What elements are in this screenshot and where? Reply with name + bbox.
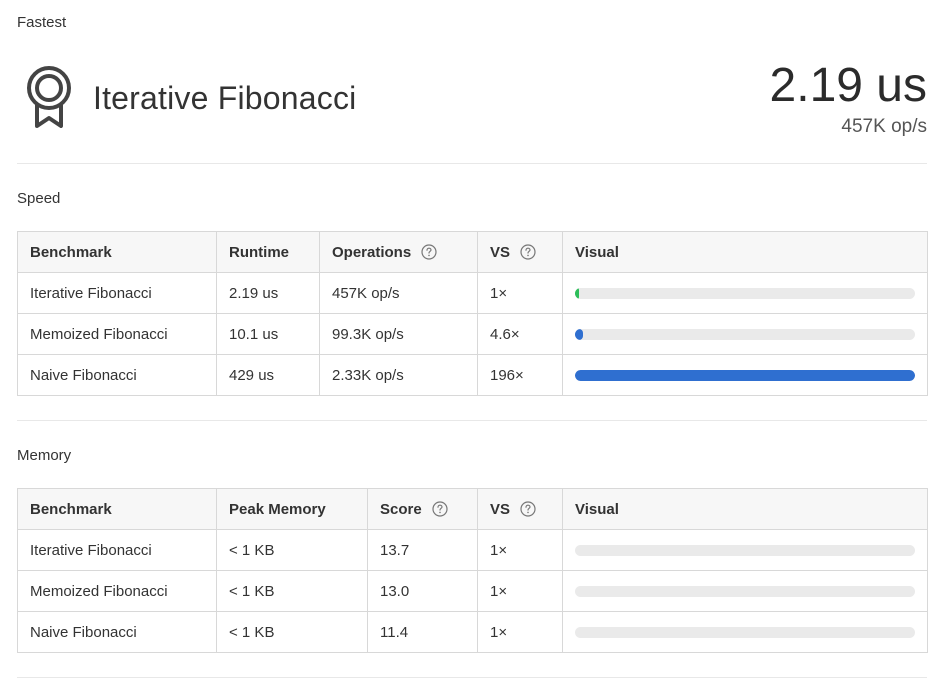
benchmark-cell: Memoized Fibonacci xyxy=(17,313,217,355)
table-row: Memoized Fibonacci < 1 KB 13.0 1× xyxy=(17,570,928,612)
table-row: Naive Fibonacci < 1 KB 11.4 1× xyxy=(17,611,928,653)
benchmark-cell: Naive Fibonacci xyxy=(17,354,217,396)
visual-cell xyxy=(562,313,928,355)
vs-cell: 1× xyxy=(477,529,563,571)
speed-table: Benchmark Runtime Operations VS Visual I… xyxy=(17,231,928,396)
memory-header-score[interactable]: Score xyxy=(367,488,478,530)
table-row: Naive Fibonacci 429 us 2.33K op/s 196× xyxy=(17,354,928,396)
table-row: Memoized Fibonacci 10.1 us 99.3K op/s 4.… xyxy=(17,313,928,355)
visual-cell xyxy=(562,354,928,396)
vs-cell: 4.6× xyxy=(477,313,563,355)
benchmark-cell: Naive Fibonacci xyxy=(17,611,217,653)
vs-cell: 1× xyxy=(477,272,563,314)
table-row: Iterative Fibonacci < 1 KB 13.7 1× xyxy=(17,529,928,571)
help-icon[interactable] xyxy=(520,243,536,260)
visual-cell xyxy=(562,529,928,571)
score-cell: 13.7 xyxy=(367,529,478,571)
memory-table: Benchmark Peak Memory Score VS Visual It… xyxy=(17,488,928,653)
speed-bar-fill xyxy=(575,287,579,299)
help-icon[interactable] xyxy=(520,500,536,517)
visual-cell xyxy=(562,272,928,314)
speed-bar-track xyxy=(575,369,915,381)
runtime-cell: 429 us xyxy=(216,354,320,396)
speed-header-operations[interactable]: Operations xyxy=(319,231,478,273)
speed-bar-fill xyxy=(575,328,584,340)
divider xyxy=(17,420,927,421)
speed-header-benchmark[interactable]: Benchmark xyxy=(17,231,217,273)
speed-section-label: Speed xyxy=(17,190,61,207)
memory-header-peak[interactable]: Peak Memory xyxy=(216,488,368,530)
fastest-hero: Iterative Fibonacci 2.19 us 457K op/s xyxy=(17,59,927,140)
fastest-section-label: Fastest xyxy=(17,14,67,31)
memory-header-visual[interactable]: Visual xyxy=(562,488,928,530)
help-icon[interactable] xyxy=(432,500,448,517)
score-cell: 11.4 xyxy=(367,611,478,653)
vs-cell: 1× xyxy=(477,570,563,612)
vs-cell: 1× xyxy=(477,611,563,653)
operations-cell: 457K op/s xyxy=(319,272,478,314)
runtime-cell: 2.19 us xyxy=(216,272,320,314)
memory-bar-track xyxy=(575,626,915,638)
operations-cell: 99.3K op/s xyxy=(319,313,478,355)
peak-memory-cell: < 1 KB xyxy=(216,529,368,571)
award-ribbon-icon xyxy=(27,66,71,128)
peak-memory-cell: < 1 KB xyxy=(216,611,368,653)
memory-bar-track xyxy=(575,585,915,597)
benchmark-cell: Iterative Fibonacci xyxy=(17,272,217,314)
benchmark-cell: Iterative Fibonacci xyxy=(17,529,217,571)
speed-bar-track xyxy=(575,328,915,340)
table-row: Iterative Fibonacci 2.19 us 457K op/s 1× xyxy=(17,272,928,314)
speed-header-vs-label: VS xyxy=(490,243,511,261)
score-cell: 13.0 xyxy=(367,570,478,612)
speed-header-operations-label: Operations xyxy=(332,243,412,261)
speed-header-vs[interactable]: VS xyxy=(477,231,563,273)
runtime-cell: 10.1 us xyxy=(216,313,320,355)
vs-cell: 196× xyxy=(477,354,563,396)
divider xyxy=(17,163,927,164)
memory-header-row: Benchmark Peak Memory Score VS Visual xyxy=(17,488,928,530)
fastest-ops: 457K op/s xyxy=(841,116,927,137)
speed-bar-fill xyxy=(575,369,915,381)
divider xyxy=(17,677,927,678)
memory-header-vs[interactable]: VS xyxy=(477,488,563,530)
peak-memory-cell: < 1 KB xyxy=(216,570,368,612)
benchmark-cell: Memoized Fibonacci xyxy=(17,570,217,612)
memory-bar-track xyxy=(575,544,915,556)
fastest-runtime: 2.19 us xyxy=(769,59,927,112)
speed-header-runtime[interactable]: Runtime xyxy=(216,231,320,273)
speed-bar-track xyxy=(575,287,915,299)
visual-cell xyxy=(562,570,928,612)
memory-header-vs-label: VS xyxy=(490,500,511,518)
memory-section-label: Memory xyxy=(17,447,72,464)
speed-header-row: Benchmark Runtime Operations VS Visual xyxy=(17,231,928,273)
memory-header-benchmark[interactable]: Benchmark xyxy=(17,488,217,530)
help-icon[interactable] xyxy=(421,243,437,260)
visual-cell xyxy=(562,611,928,653)
speed-header-visual[interactable]: Visual xyxy=(562,231,928,273)
memory-header-score-label: Score xyxy=(380,500,422,518)
fastest-benchmark-name: Iterative Fibonacci xyxy=(93,80,357,116)
operations-cell: 2.33K op/s xyxy=(319,354,478,396)
